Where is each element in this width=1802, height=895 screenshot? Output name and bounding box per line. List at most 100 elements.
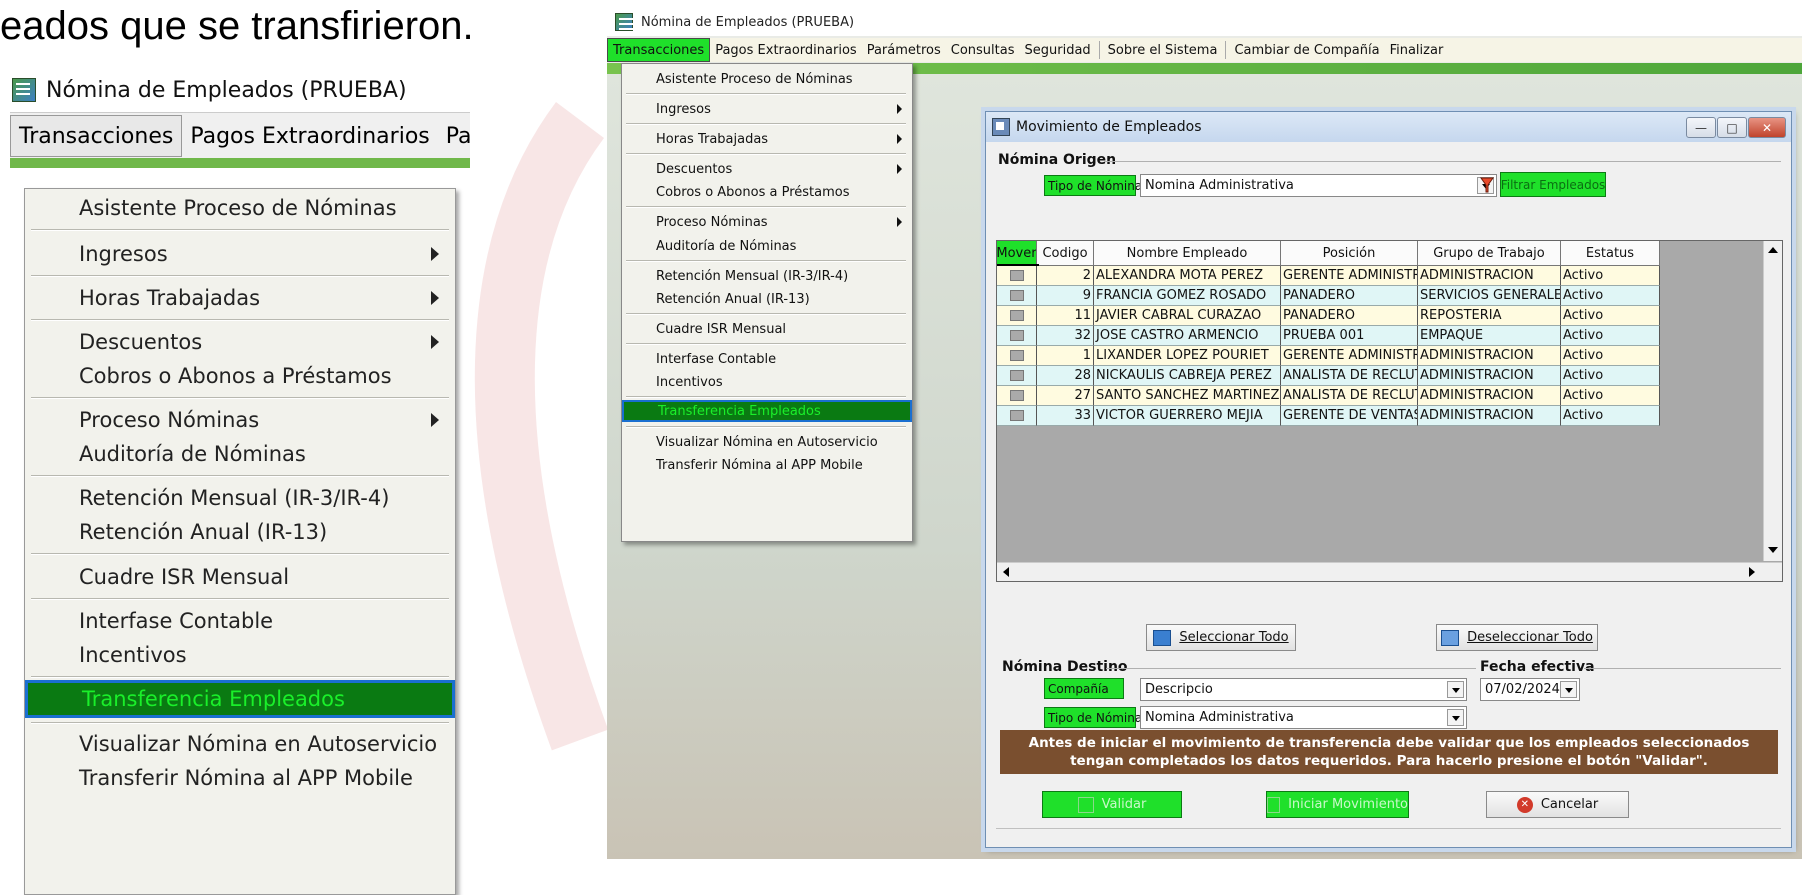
tipo-nomina-destino-select[interactable]: Nomina Administrativa <box>1140 706 1467 729</box>
close-button[interactable]: ✕ <box>1748 117 1786 138</box>
chevron-down-icon[interactable] <box>1447 681 1464 698</box>
transacciones-dropdown: Asistente Proceso de Nóminas Ingresos Ho… <box>621 63 913 542</box>
deseleccionar-todo-button[interactable]: Deseleccionar Todo <box>1436 624 1598 651</box>
vertical-scrollbar[interactable] <box>1763 241 1782 561</box>
mover-checkbox[interactable] <box>997 306 1037 326</box>
cell-grupo: REPOSTERIA <box>1418 306 1561 326</box>
button-label: Iniciar Movimiento <box>1288 797 1408 812</box>
chevron-down-icon[interactable] <box>1447 709 1464 726</box>
cancelar-button[interactable]: ✕ Cancelar <box>1486 791 1629 818</box>
mover-checkbox[interactable] <box>997 264 1039 288</box>
menu-item-transferencia[interactable]: Transferencia Empleados <box>622 400 912 422</box>
menu-item-descuentos[interactable]: Descuentos <box>622 158 912 180</box>
menu-item-ret-mensual[interactable]: Retención Mensual (IR-3/IR-4) <box>622 265 912 287</box>
zoom-menu-item-ingresos[interactable]: Ingresos <box>25 235 455 273</box>
zoom-menu-item-descuentos[interactable]: Descuentos <box>25 323 455 361</box>
zoom-menu-item-ret-anual[interactable]: Retención Anual (IR-13) <box>25 513 455 551</box>
menu-item-incentivos[interactable]: Incentivos <box>622 371 912 393</box>
submenu-arrow-icon <box>897 217 902 227</box>
zoom-menu-item-cuadre[interactable]: Cuadre ISR Mensual <box>25 558 455 596</box>
scroll-left-icon[interactable] <box>1003 567 1009 577</box>
table-row[interactable]: 32 JOSE CASTRO ARMENCIO PRUEBA 001 EMPAQUE A… <box>997 326 1660 346</box>
menu-cambiar-compania[interactable]: Cambiar de Compañía <box>1229 39 1384 61</box>
compania-select[interactable]: Descripcio <box>1140 678 1467 701</box>
menu-separator <box>31 475 449 477</box>
menu-item-ingresos[interactable]: Ingresos <box>622 98 912 120</box>
menu-item-ret-anual[interactable]: Retención Anual (IR-13) <box>622 288 912 310</box>
col-grupo[interactable]: Grupo de Trabajo <box>1418 241 1561 266</box>
zoom-menu-item-interfase[interactable]: Interfase Contable <box>25 602 455 640</box>
zoom-menu-item-asistente[interactable]: Asistente Proceso de Nóminas <box>25 189 455 227</box>
table-row[interactable]: 33 VICTOR GUERRERO MEJIA GERENTE DE VENTAS… <box>997 406 1660 426</box>
mover-checkbox[interactable] <box>997 326 1037 346</box>
zoom-menu-item-cobros[interactable]: Cobros o Abonos a Préstamos <box>25 357 455 395</box>
maximize-button[interactable]: □ <box>1717 117 1747 138</box>
col-posicion[interactable]: Posición <box>1281 241 1418 266</box>
tipo-nomina-origen-select[interactable]: Nomina Administrativa <box>1140 174 1497 197</box>
zoom-menu-item-incentivos[interactable]: Incentivos <box>25 636 455 674</box>
menu-parametros[interactable]: Parámetros <box>862 39 946 61</box>
zoom-menu-item-horas[interactable]: Horas Trabajadas <box>25 279 455 317</box>
table-row[interactable]: 27 SANTO SANCHEZ MARTINEZ ANALISTA DE RECL… <box>997 386 1660 406</box>
employees-table: Mover Codigo Nombre Empleado Posición Gr… <box>996 240 1783 582</box>
menu-item-label: Transferencia Empleados <box>658 403 821 419</box>
table-row[interactable]: 2 ALEXANDRA MOTA PEREZ GERENTE ADMINISTRA A… <box>997 264 1660 288</box>
menu-item-proceso[interactable]: Proceso Nóminas <box>622 211 912 233</box>
cell-grupo: SERVICIOS GENERALES <box>1418 286 1561 306</box>
table-row[interactable]: 1 LIXANDER LOPEZ POURIET GERENTE ADMINISTR… <box>997 346 1660 366</box>
cell-estatus: Activo <box>1561 406 1660 426</box>
zoom-menu-pagos[interactable]: Pagos Extraordinarios <box>182 116 437 156</box>
zoom-menu-item-app-mobile[interactable]: Transferir Nómina al APP Mobile <box>25 759 455 797</box>
table-row[interactable]: 28 NICKAULIS CABREJA PEREZ ANALISTA DE REC… <box>997 366 1660 386</box>
menu-item-autoservicio[interactable]: Visualizar Nómina en Autoservicio <box>622 431 912 453</box>
mover-checkbox[interactable] <box>997 386 1037 406</box>
mover-checkbox[interactable] <box>997 406 1037 426</box>
col-estatus[interactable]: Estatus <box>1561 241 1660 266</box>
mover-checkbox[interactable] <box>997 286 1037 306</box>
menu-item-cobros[interactable]: Cobros o Abonos a Préstamos <box>622 181 912 203</box>
table-row[interactable]: 9 FRANCIA GOMEZ ROSADO PANADERO SERVICIOS G… <box>997 286 1660 306</box>
table-row[interactable]: 11 JAVIER CABRAL CURAZAO PANADERO REPOSTERI… <box>997 306 1660 326</box>
menu-sobre-el-sistema[interactable]: Sobre el Sistema <box>1103 39 1223 61</box>
menu-item-asistente[interactable]: Asistente Proceso de Nóminas <box>622 68 912 90</box>
menu-consultas[interactable]: Consultas <box>946 39 1020 61</box>
zoom-menu-item-auditoria[interactable]: Auditoría de Nóminas <box>25 435 455 473</box>
zoom-menu-item-transferencia[interactable]: Transferencia Empleados <box>25 680 455 718</box>
menu-transacciones[interactable]: Transacciones <box>607 38 711 62</box>
zoom-menu-item-autoservicio[interactable]: Visualizar Nómina en Autoservicio <box>25 725 455 763</box>
scroll-right-icon[interactable] <box>1749 567 1755 577</box>
seleccionar-todo-button[interactable]: Seleccionar Todo <box>1146 624 1296 651</box>
window-titlebar: Nómina de Empleados (PRUEBA) <box>607 8 1802 36</box>
menu-item-auditoria[interactable]: Auditoría de Nóminas <box>622 235 912 257</box>
iniciar-movimiento-button[interactable]: Iniciar Movimiento <box>1266 791 1409 818</box>
menu-item-cuadre[interactable]: Cuadre ISR Mensual <box>622 318 912 340</box>
filtrar-empleados-button[interactable]: Filtrar Empleados <box>1500 172 1606 197</box>
menu-pagos-extraordinarios[interactable]: Pagos Extraordinarios <box>710 39 861 61</box>
horizontal-scrollbar[interactable] <box>997 562 1782 581</box>
zoom-menu-transacciones[interactable]: Transacciones <box>10 115 183 157</box>
col-mover[interactable]: Mover <box>997 241 1037 266</box>
menu-item-horas[interactable]: Horas Trabajadas <box>622 128 912 150</box>
scroll-down-icon[interactable] <box>1768 547 1778 553</box>
menu-separator <box>31 319 449 321</box>
zoom-menu-parametros[interactable]: Parár <box>438 116 470 156</box>
menu-item-label: Descuentos <box>656 161 733 177</box>
minimize-button[interactable]: — <box>1686 117 1716 138</box>
col-nombre[interactable]: Nombre Empleado <box>1094 241 1281 266</box>
validar-button[interactable]: Validar <box>1042 791 1182 818</box>
fecha-efectiva-picker[interactable]: 07/02/2024 <box>1480 678 1580 701</box>
menu-item-interfase[interactable]: Interfase Contable <box>622 348 912 370</box>
mover-checkbox[interactable] <box>997 366 1037 386</box>
cell-nombre: JOSE CASTRO ARMENCIO <box>1094 326 1281 346</box>
scroll-up-icon[interactable] <box>1768 247 1778 253</box>
zoom-menu-item-ret-mensual[interactable]: Retención Mensual (IR-3/IR-4) <box>25 479 455 517</box>
zoom-menu-item-proceso[interactable]: Proceso Nóminas <box>25 401 455 439</box>
mover-checkbox[interactable] <box>997 346 1037 366</box>
calendar-dropdown-icon[interactable] <box>1560 681 1577 698</box>
cell-posicion: PRUEBA 001 <box>1281 326 1418 346</box>
menu-item-app-mobile[interactable]: Transferir Nómina al APP Mobile <box>622 454 912 476</box>
menu-seguridad[interactable]: Seguridad <box>1020 39 1096 61</box>
group-divider <box>1584 668 1781 669</box>
col-codigo[interactable]: Codigo <box>1037 241 1094 266</box>
menu-finalizar[interactable]: Finalizar <box>1385 39 1449 61</box>
